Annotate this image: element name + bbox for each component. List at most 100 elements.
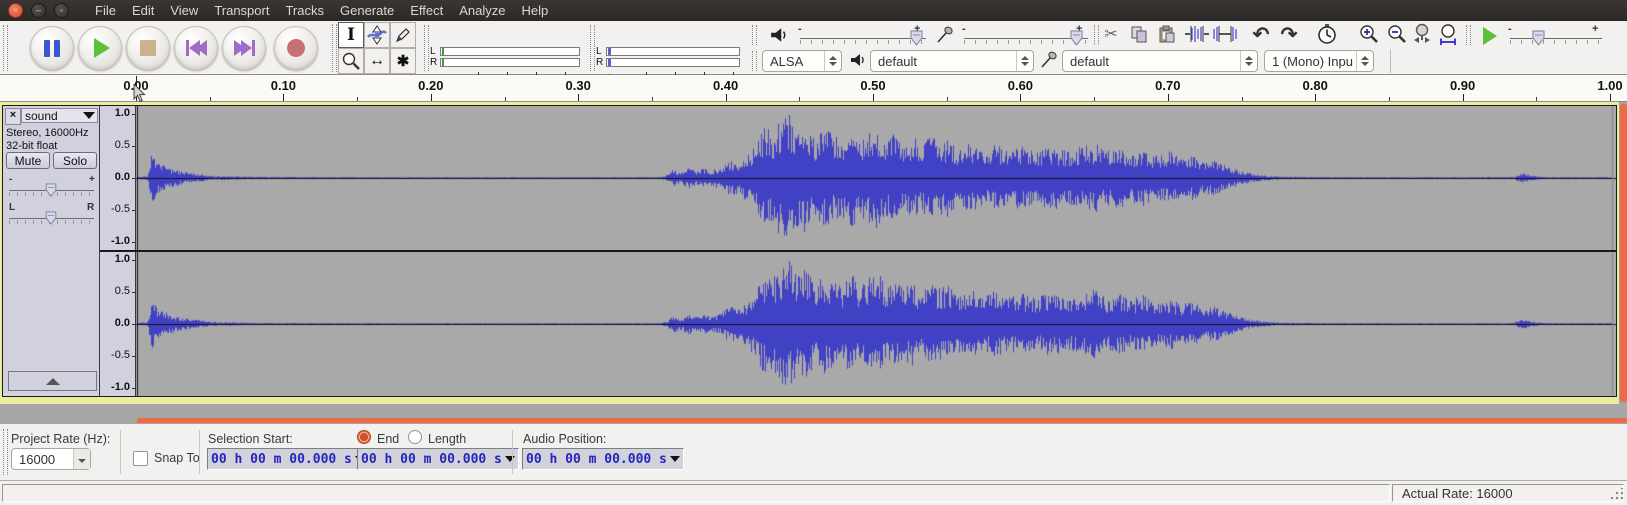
sync-lock-button[interactable] [1314,22,1340,46]
recording-device-spinner[interactable] [1240,51,1257,71]
vertical-scale-tick [132,292,135,293]
recording-device-select[interactable]: default [1062,50,1258,72]
recording-channels-select[interactable]: 1 (Mono) Inpu [1264,50,1374,72]
horizontal-scrollbar[interactable] [137,418,1627,423]
play-at-speed-button[interactable] [1476,24,1504,48]
playback-speed-slider[interactable] [1510,38,1602,39]
input-slider-thumb[interactable] [1070,30,1083,46]
menu-effect[interactable]: Effect [402,0,451,21]
track-control-panel[interactable]: × sound Stereo, 16000Hz 32-bit float Mut… [3,106,100,396]
menu-help[interactable]: Help [513,0,556,21]
vertical-scrollbar[interactable] [1620,104,1627,402]
selection-tool-button[interactable]: I [338,22,364,48]
recording-channels-spinner[interactable] [1356,51,1373,71]
solo-button[interactable]: Solo [53,152,97,169]
playback-meter-grip[interactable] [424,25,429,71]
timeline-minor-tick [210,97,211,101]
vertical-scale-tick [132,388,135,389]
vertical-scale-tick [132,324,135,325]
track-name-menu[interactable]: sound [21,108,98,123]
fit-project-button[interactable] [1436,22,1462,46]
audio-host-select[interactable]: ALSA [762,50,842,72]
window-close-button[interactable]: × [8,3,23,18]
menu-transport[interactable]: Transport [206,0,277,21]
multi-tool-button[interactable]: ✱ [390,48,416,74]
redo-button[interactable]: ↷ [1276,22,1302,46]
track-collapse-button[interactable] [8,371,97,391]
fit-selection-button[interactable] [1410,22,1436,46]
output-volume-slider[interactable] [800,38,926,39]
selection-start-field[interactable]: 00 h 00 m 00.000 s [207,448,369,470]
undo-button[interactable]: ↶ [1248,22,1274,46]
envelope-tool-button[interactable] [364,22,390,48]
project-rate-arrow[interactable] [73,449,90,469]
transport-toolbar-grip[interactable] [3,25,8,71]
snap-to-checkbox[interactable] [133,451,148,466]
zoom-in-button[interactable] [1356,22,1382,46]
menu-view[interactable]: View [162,0,206,21]
window-resize-grip[interactable] [1610,488,1624,500]
menu-analyze[interactable]: Analyze [451,0,513,21]
menu-edit[interactable]: Edit [124,0,162,21]
waveform-channel-right[interactable] [136,252,1616,396]
zoom-tool-button[interactable] [338,48,364,74]
waveform-area[interactable] [136,106,1616,396]
skip-to-start-button[interactable] [174,26,218,70]
silence-audio-button[interactable] [1212,22,1238,46]
selection-toolbar-grip[interactable] [3,429,8,475]
copy-icon [1130,25,1148,43]
selection-start-label: Selection Start: [208,432,293,446]
stop-button[interactable] [126,26,170,70]
tools-toolbar-grip[interactable] [332,24,337,72]
speed-slider-thumb[interactable] [1532,30,1545,46]
menu-generate[interactable]: Generate [332,0,402,21]
device-toolbar-grip[interactable] [752,51,757,71]
playback-device-select[interactable]: default [870,50,1034,72]
pause-button[interactable] [30,26,74,70]
stop-icon [140,40,156,56]
selection-end-field[interactable]: 00 h 00 m 00.000 s [357,448,519,470]
track-close-button[interactable]: × [5,108,21,125]
playback-device-spinner[interactable] [1016,51,1033,71]
gain-max-label: + [89,174,95,185]
window-minimize-button[interactable]: – [31,3,46,18]
zoom-out-button[interactable] [1384,22,1410,46]
vertical-scale-tick [132,178,135,179]
record-button[interactable] [274,26,318,70]
mouse-cursor [133,84,146,103]
timeline-minor-tick [1242,97,1243,101]
gain-slider-thumb[interactable] [45,183,57,197]
collapse-arrow-icon [46,378,60,385]
timeshift-tool-button[interactable]: ↔ [364,48,390,74]
copy-button[interactable] [1126,22,1152,46]
selbar-separator-2 [199,430,200,474]
audio-host-spinner[interactable] [824,51,841,71]
menu-file[interactable]: File [87,0,124,21]
cut-button[interactable]: ✂ [1098,22,1124,46]
play-button[interactable] [78,26,122,70]
menu-tracks[interactable]: Tracks [277,0,332,21]
timeline-ruler[interactable]: 0.000.100.200.300.400.500.600.700.800.90… [0,75,1627,102]
waveform-channel-left[interactable] [136,106,1616,250]
radio-length[interactable] [408,430,422,444]
recording-meter-grip[interactable] [590,25,595,71]
paste-button[interactable] [1154,22,1180,46]
speed-slider-ticks [1510,40,1602,44]
transcription-toolbar-grip[interactable] [1466,25,1471,45]
window-maximize-button[interactable]: ▫ [54,3,69,18]
vertical-scale-label: -0.5 [111,203,130,215]
trim-audio-button[interactable] [1184,22,1210,46]
paste-icon [1158,25,1176,43]
audio-position-field[interactable]: 00 h 00 m 00.000 s [522,448,684,470]
output-slider-thumb[interactable] [910,30,923,46]
audio-position-dropdown[interactable] [670,456,680,462]
mute-button[interactable]: Mute [6,152,50,169]
timeline-label: 0.50 [860,78,885,93]
project-rate-select[interactable]: 16000 [11,448,91,470]
mixer-toolbar-grip[interactable] [752,25,757,45]
selection-end-dropdown[interactable] [505,456,515,462]
draw-tool-button[interactable] [390,22,416,48]
radio-end[interactable] [357,430,371,444]
skip-to-end-button[interactable] [222,26,266,70]
pan-slider-thumb[interactable] [45,211,57,225]
